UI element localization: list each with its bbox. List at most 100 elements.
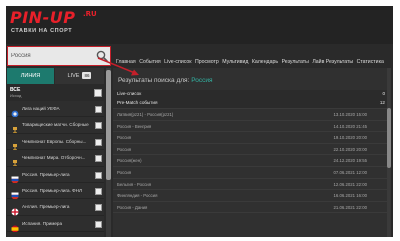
- nav-item[interactable]: Лайв Результаты: [312, 56, 353, 68]
- trophy-icon: [11, 138, 19, 150]
- sidebar-all-row[interactable]: ВСЕ Исход: [7, 86, 104, 100]
- logo[interactable]: PIN-UP .RU СТАВКИ НА СПОРТ: [8, 9, 112, 39]
- sidebar-item[interactable]: Чемпионат Мира. Отборочн...: [7, 150, 104, 167]
- result-event-date: 24.12.2020 19:55: [333, 158, 367, 164]
- sidebar-item[interactable]: Россия. Премьер-лига. ФНЛ: [7, 182, 104, 200]
- all-sub-label: Исход: [10, 93, 22, 98]
- sidebar-scroll-thumb[interactable]: [106, 70, 111, 180]
- nav-item[interactable]: Главная: [116, 56, 136, 68]
- result-row[interactable]: Латвия(pz21) - Россия(pz21) 13.10.2020 15…: [113, 109, 389, 121]
- sidebar-item-label: Англия. Премьер-лига: [22, 204, 70, 210]
- sidebar-item-checkbox[interactable]: [95, 155, 102, 163]
- logo-name: PIN-UP: [10, 8, 76, 27]
- sidebar-item-checkbox[interactable]: [95, 138, 102, 146]
- result-event-name: Россия - Венгрия: [117, 123, 152, 129]
- result-event-name: Россия: [117, 135, 132, 141]
- prematch-count: 12: [379, 100, 385, 105]
- search-input[interactable]: [11, 50, 95, 62]
- result-row[interactable]: Россия 07.06.2021 12:00: [113, 167, 389, 179]
- live-count-badge: 86: [82, 72, 92, 79]
- result-event-name: Россия: [117, 169, 132, 175]
- results-query: Россия: [191, 77, 213, 84]
- result-event-date: 22.10.2020 20:00: [333, 146, 367, 152]
- live-list-bar[interactable]: Live-список 0: [113, 90, 389, 99]
- prematch-label: Pre-Match события: [117, 100, 158, 105]
- sidebar-item[interactable]: Германия. Бундеслига: [7, 232, 104, 237]
- results-title-prefix: Результаты поиска для:: [118, 77, 190, 84]
- result-rows: Латвия(pz21) - Россия(pz21) 13.10.2020 15…: [113, 109, 389, 214]
- sidebar-item-checkbox[interactable]: [95, 171, 102, 179]
- result-event-date: 19.10.2020 20:00: [333, 135, 367, 141]
- sidebar-item-label: Россия. Премьер-лига. ФНЛ: [22, 187, 82, 193]
- result-row[interactable]: Финляндия - Россия 16.06.2021 16:00: [113, 190, 389, 202]
- sidebar-item[interactable]: Англия. Премьер-лига: [7, 199, 104, 216]
- search-icon[interactable]: [95, 49, 109, 63]
- sidebar-item-checkbox[interactable]: [95, 220, 102, 228]
- germany-flag-icon: [11, 236, 19, 237]
- logo-tagline: СТАВКИ НА СПОРТ: [11, 28, 73, 34]
- sidebar-item-label: Чемпионат Европы. Сборны...: [22, 138, 87, 144]
- result-row[interactable]: Россия 19.10.2020 20:00: [113, 132, 389, 144]
- nav-item[interactable]: Календарь: [252, 56, 278, 68]
- sidebar-item[interactable]: Россия. Премьер-лига: [7, 166, 104, 184]
- sidebar-item-checkbox[interactable]: [95, 106, 102, 113]
- result-event-date: 16.06.2021 16:00: [333, 193, 367, 199]
- live-list-count: 0: [382, 91, 385, 96]
- nav-item[interactable]: Результаты: [282, 56, 309, 68]
- search-box: [7, 46, 111, 66]
- result-event-date: 13.10.2020 15:00: [333, 112, 367, 117]
- sidebar-item-label: Чемпионат Мира. Отборочн...: [22, 155, 86, 161]
- result-row[interactable]: Россия(жен) 24.12.2020 19:55: [113, 155, 389, 167]
- nav-item[interactable]: Просмотр: [195, 56, 219, 68]
- nav-item[interactable]: Статистика: [357, 56, 384, 68]
- result-row[interactable]: Россия - Дания 21.06.2021 22:00: [113, 202, 389, 214]
- result-event-date: 21.06.2021 22:00: [333, 204, 367, 210]
- result-event-name: Латвия(pz21) - Россия(pz21): [117, 112, 174, 117]
- result-event-name: Россия(жен): [117, 158, 142, 164]
- prematch-bar[interactable]: Pre-Match события 12: [113, 99, 389, 109]
- sidebar-item[interactable]: Лига наций УЕФА: [7, 101, 104, 118]
- app-window: PIN-UP .RU СТАВКИ НА СПОРТ ГлавнаяСобыти…: [6, 6, 393, 237]
- sidebar-item-checkbox[interactable]: [95, 204, 102, 212]
- result-event-date: 12.06.2021 22:00: [333, 181, 367, 187]
- trophy-icon: [11, 121, 19, 134]
- sidebar-item[interactable]: Чемпионат Европы. Сборны...: [7, 133, 104, 151]
- search-results-panel: Результаты поиска для: Россия Live-списо…: [113, 68, 389, 237]
- sidebar-item[interactable]: Испания. Примера: [7, 215, 104, 233]
- uefa-icon: [11, 105, 19, 118]
- russia-flag-icon: [11, 171, 19, 184]
- result-event-name: Бельгия - Россия: [117, 181, 152, 187]
- result-row[interactable]: Россия - Венгрия 14.10.2020 21:45: [113, 121, 389, 133]
- sidebar-item-label: Россия. Премьер-лига: [22, 171, 70, 177]
- all-checkbox[interactable]: [94, 89, 102, 97]
- sidebar-scrollbar[interactable]: [106, 68, 111, 237]
- nav-item[interactable]: События: [139, 56, 160, 68]
- result-event-date: 07.06.2021 12:00: [333, 169, 367, 175]
- nav-item[interactable]: Мультивид: [222, 56, 248, 68]
- logo-domain: .RU: [83, 10, 97, 18]
- sidebar-item[interactable]: Товарищеские матчи. Сборные: [7, 117, 104, 134]
- result-row[interactable]: Россия 22.10.2020 20:00: [113, 144, 389, 156]
- sidebar-league-list: Лига наций УЕФА Товарищеские матчи. Сборн…: [7, 101, 104, 237]
- result-event-name: Россия: [117, 146, 132, 152]
- results-title: Результаты поиска для: Россия: [118, 77, 213, 84]
- england-flag-icon: [11, 203, 19, 216]
- sidebar-item-checkbox[interactable]: [95, 122, 102, 130]
- tab-live[interactable]: LIVE 86: [55, 68, 104, 84]
- header: PIN-UP .RU СТАВКИ НА СПОРТ: [6, 6, 393, 44]
- tab-line[interactable]: ЛИНИЯ: [7, 68, 54, 84]
- russia-flag-icon: [11, 187, 19, 200]
- result-row[interactable]: Бельгия - Россия 12.06.2021 22:00: [113, 179, 389, 191]
- result-event-date: 14.10.2020 21:45: [333, 123, 367, 129]
- tab-live-label: LIVE: [67, 73, 80, 79]
- spain-flag-icon: [11, 220, 19, 233]
- results-scrollbar[interactable]: [387, 68, 391, 237]
- main-nav: Главная События Live-список Просмотр Мультив…: [116, 50, 387, 65]
- sidebar-item-label: Лига наций УЕФА: [22, 106, 60, 111]
- live-list-label: Live-список: [117, 91, 142, 96]
- results-scroll-thumb[interactable]: [387, 108, 391, 168]
- sidebar-tabs: ЛИНИЯ LIVE 86: [7, 68, 104, 84]
- nav-item[interactable]: Live-список: [164, 56, 191, 68]
- sidebar-item-checkbox[interactable]: [95, 187, 102, 195]
- result-event-name: Россия - Дания: [117, 204, 148, 210]
